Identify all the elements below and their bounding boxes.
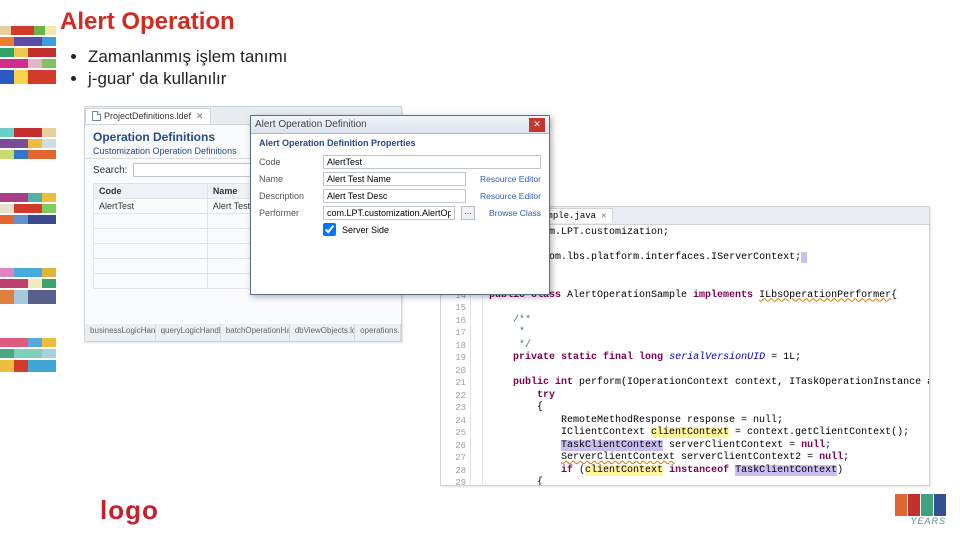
col-code[interactable]: Code [94,184,208,199]
input-code[interactable] [323,155,541,169]
browse-class-link[interactable]: Browse Class [489,208,541,218]
label-code: Code [259,157,317,167]
bottom-tab[interactable]: queryLogicHandle... [156,324,221,341]
document-icon [92,111,101,121]
bullet-item: j-guar' da kullanılır [88,68,287,90]
anniversary-badge: YEARS [895,494,946,526]
label-name: Name [259,174,317,184]
bottom-tab[interactable]: dbViewObjects.ldvw [290,324,355,341]
input-performer[interactable] [323,206,455,220]
tab-label: ProjectDefinitions.ldef [104,111,191,121]
close-icon[interactable]: ✕ [601,211,606,221]
label-performer: Performer [259,208,317,218]
bottom-tab[interactable]: batchOperationHan... [221,324,290,341]
years-label: YEARS [895,516,946,526]
close-icon[interactable]: ✕ [196,111,204,122]
browse-button[interactable]: … [461,206,475,220]
bottom-tab-strip: businessLogicHandl... queryLogicHandle..… [85,324,401,341]
close-button[interactable]: ✕ [529,118,545,132]
input-description[interactable] [323,189,466,203]
bottom-tab[interactable]: operations.lo [355,324,401,341]
bottom-tab[interactable]: businessLogicHandl... [85,324,156,341]
decorative-color-bars [0,26,56,486]
cell-code: AlertTest [94,199,208,214]
input-name[interactable] [323,172,466,186]
label-description: Description [259,191,317,201]
alert-operation-definition-dialog: Alert Operation Definition ✕ Alert Opera… [250,115,550,295]
checkbox-label: Server Side [342,225,389,235]
bullet-list: Zamanlanmış işlem tanımı j-guar' da kull… [72,46,287,90]
search-label: Search: [93,165,127,176]
resource-editor-link[interactable]: Resource Editor [480,174,541,184]
dialog-title: Alert Operation Definition [255,119,367,130]
bullet-item: Zamanlanmış işlem tanımı [88,46,287,68]
resource-editor-link[interactable]: Resource Editor [480,191,541,201]
company-logo: logo [100,495,159,526]
tab-project-definitions[interactable]: ProjectDefinitions.ldef ✕ [85,108,211,124]
dialog-section-title: Alert Operation Definition Properties [251,134,549,150]
checkbox-server-side[interactable] [323,223,336,236]
page-title: Alert Operation [60,8,235,36]
